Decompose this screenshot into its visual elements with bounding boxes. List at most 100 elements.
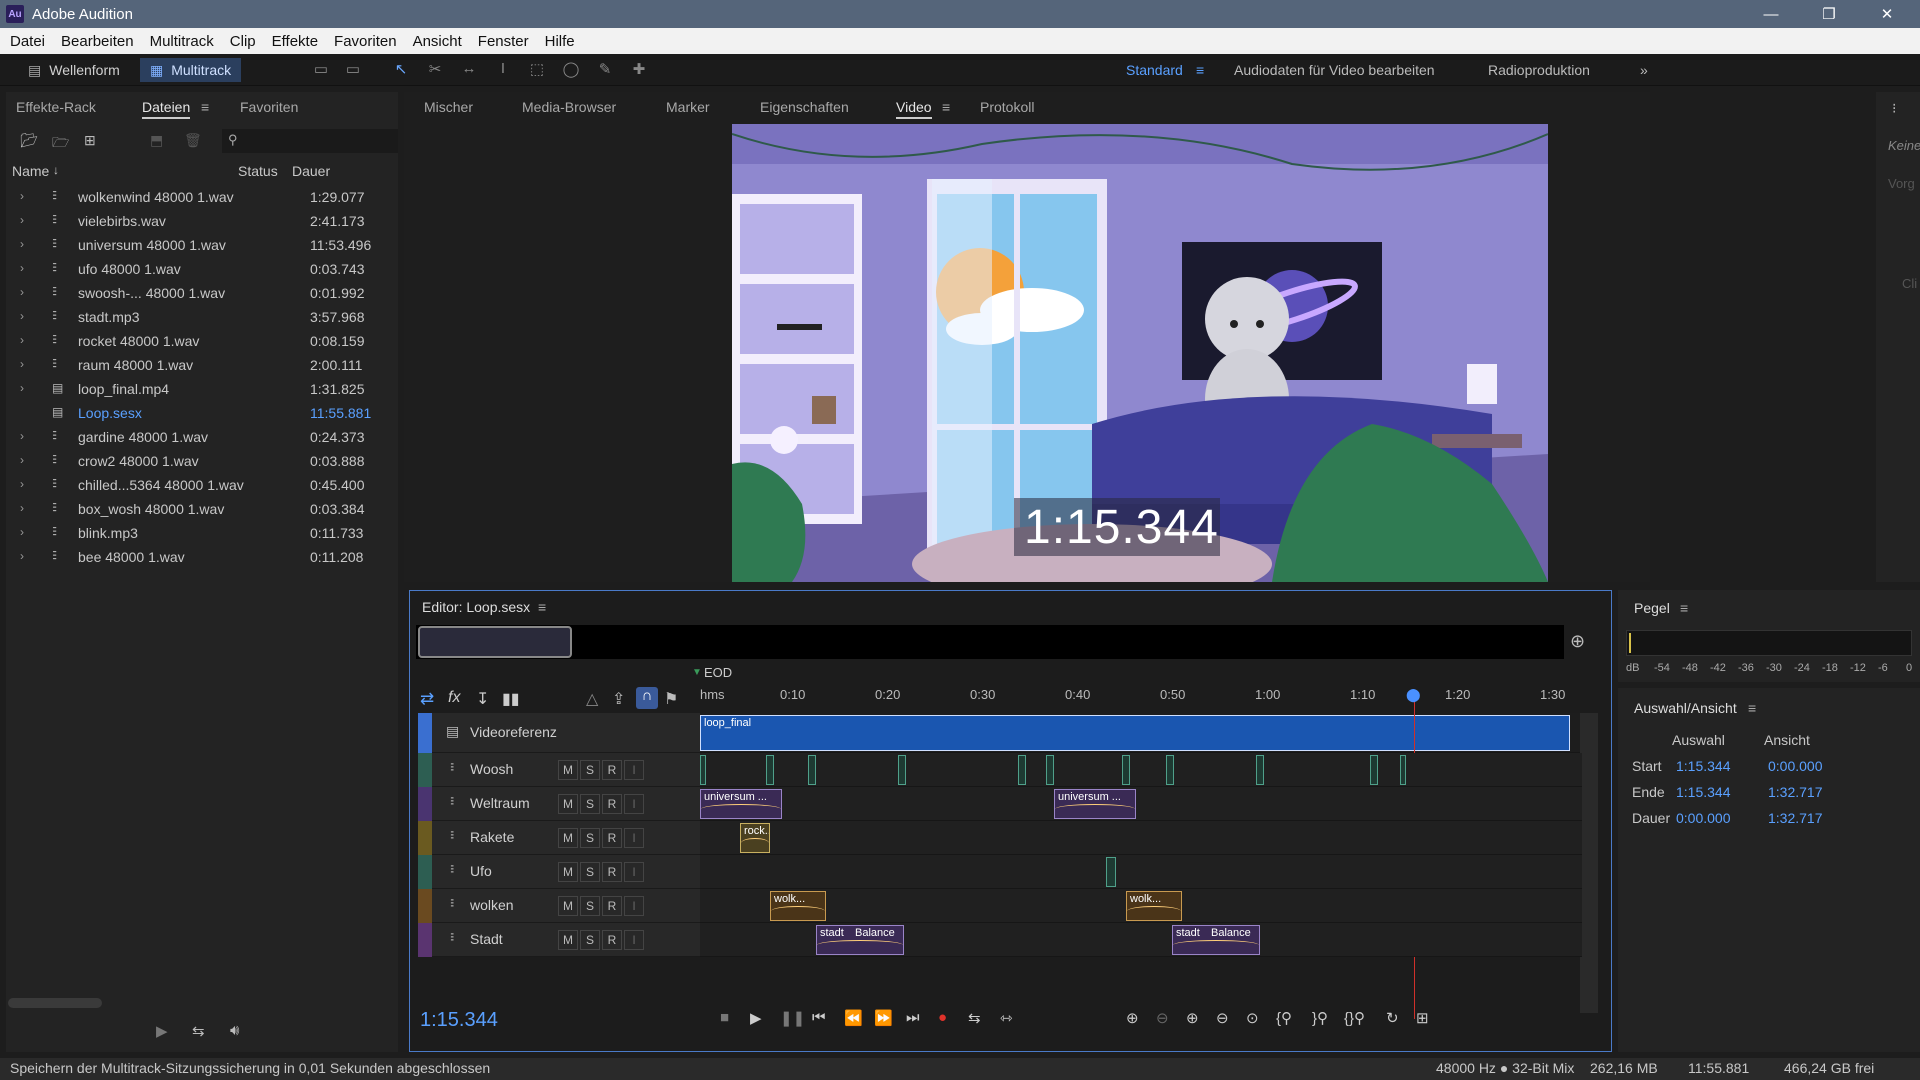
clip-volume-envelope[interactable] [771,906,825,916]
file-row[interactable]: › ⫶⫶⫶ ufo 48000 1.wav 0:03.743 [14,258,402,282]
zoom-out-full-icon[interactable]: ⊙ [1246,1009,1259,1027]
mute-button[interactable]: M [558,862,578,882]
audio-clip[interactable] [700,755,706,785]
audio-clip[interactable]: stadt Balance [1172,925,1260,955]
metronome-icon[interactable]: △ [586,689,598,709]
time-ruler[interactable]: hms 0:10 0:20 0:30 0:40 0:50 1:00 1:10 1… [700,687,1582,709]
audio-clip[interactable] [1166,755,1174,785]
editor-menu-icon[interactable]: ≡ [538,599,546,615]
menu-bearbeiten[interactable]: Bearbeiten [61,33,134,50]
track-header-wolken[interactable]: ⫶⫶⫶ wolken M S R I [418,889,700,923]
healing-tool-icon[interactable]: ✚ [628,60,650,80]
expand-chevron-icon[interactable]: › [20,261,24,275]
open-folder-icon[interactable]: 📂︎ [20,132,38,149]
clip-volume-envelope[interactable] [1173,940,1259,950]
auto-play-icon[interactable]: 🔊︎ [230,1022,239,1039]
zoom-in-time-icon[interactable]: ⊕ [1186,1009,1199,1027]
arm-record-button[interactable]: R [602,794,622,814]
solo-button[interactable]: S [580,862,600,882]
track-header-rakete[interactable]: ⫶⫶⫶ Rakete M S R I [418,821,700,855]
audio-clip[interactable]: wolk... [770,891,826,921]
minimize-icon[interactable]: — [1742,0,1800,28]
audio-clip[interactable]: rock... [740,823,770,853]
file-row[interactable]: › ⫶⫶⫶ swoosh-... 48000 1.wav 0:01.992 [14,282,402,306]
loop-icon[interactable]: ⇆ [968,1009,981,1027]
view-value-field[interactable]: 1:32.717 [1768,784,1823,800]
track-header-video[interactable]: ▤ Videoreferenz [418,713,700,753]
audio-clip[interactable] [1122,755,1130,785]
brush-tool-icon[interactable]: ✎ [594,60,616,80]
zoom-out-time-icon[interactable]: ⊖ [1216,1009,1229,1027]
marker-pin-icon[interactable]: ⚑ [664,689,678,709]
file-row[interactable]: › ⫶⫶⫶ raum 48000 1.wav 2:00.111 [14,354,402,378]
solo-button[interactable]: S [580,930,600,950]
column-status[interactable]: Status [238,163,278,179]
track-lane-woosh[interactable] [700,753,1582,787]
delete-icon[interactable]: 🗑︎ [184,132,202,149]
tab-eigenschaften[interactable]: Eigenschaften [760,99,849,115]
overview-bar[interactable] [416,625,1564,659]
column-duration[interactable]: Dauer [292,163,330,179]
menu-ansicht[interactable]: Ansicht [413,33,462,50]
track-name[interactable]: Weltraum [470,795,530,811]
arm-record-button[interactable]: R [602,896,622,916]
track-lane-stadt[interactable]: stadt Balance stadt Balance [700,923,1582,957]
file-row[interactable]: › ⫶⫶⫶ crow2 48000 1.wav 0:03.888 [14,450,402,474]
clip-volume-envelope[interactable] [1055,804,1135,814]
audio-clip[interactable] [898,755,906,785]
menu-datei[interactable]: Datei [10,33,45,50]
track-header-weltraum[interactable]: ⫶⫶⫶ Weltraum M S R I [418,787,700,821]
tab-marker[interactable]: Marker [666,99,710,115]
workspace-video[interactable]: Audiodaten für Video bearbeiten [1234,62,1435,78]
skip-selection-icon[interactable]: ⇿ [1000,1009,1013,1027]
audio-clip[interactable]: universum ... [1054,789,1136,819]
stop-icon[interactable]: ■ [720,1009,729,1026]
column-name[interactable]: Name [12,163,49,179]
audio-clip[interactable]: wolk... [1126,891,1182,921]
play-preview-icon[interactable]: ▶ [156,1022,168,1040]
new-file-icon[interactable]: ⊞ [84,132,96,149]
files-menu-icon[interactable]: ≡ [201,99,209,115]
tab-dateien[interactable]: Dateien [142,99,191,119]
zoom-out-point-icon[interactable]: }⚲ [1312,1009,1328,1027]
more-workspaces-icon[interactable]: » [1640,62,1648,78]
expand-chevron-icon[interactable]: › [20,429,24,443]
skip-to-start-icon[interactable]: ⏮ [812,1009,826,1026]
monitor-input-icon[interactable]: I [624,828,644,848]
move-tool-icon[interactable]: ↖ [390,60,412,80]
file-row[interactable]: › ⫶⫶⫶ chilled...5364 48000 1.wav 0:45.400 [14,474,402,498]
rewind-icon[interactable]: ⏪ [844,1009,863,1027]
expand-chevron-icon[interactable]: › [20,477,24,491]
marquee-tool-icon[interactable]: ⬚ [526,60,548,80]
video-menu-icon[interactable]: ≡ [942,99,950,115]
time-selection-tool-icon[interactable]: I [492,60,514,80]
tab-mischer[interactable]: Mischer [424,99,473,115]
overview-viewport[interactable] [418,626,572,658]
expand-chevron-icon[interactable]: › [20,357,24,371]
track-name[interactable]: wolken [470,897,514,913]
selection-menu-icon[interactable]: ≡ [1748,700,1756,716]
lasso-tool-icon[interactable]: ◯ [560,60,582,80]
selection-value-field[interactable]: 0:00.000 [1676,810,1731,826]
file-row[interactable]: › ▤ loop_final.mp4 1:31.825 [14,378,402,402]
eq-icon[interactable]: ▮▮ [502,689,520,709]
mute-button[interactable]: M [558,896,578,916]
current-time-display[interactable]: 1:15.344 [420,1009,498,1032]
expand-chevron-icon[interactable]: › [20,525,24,539]
expand-chevron-icon[interactable]: › [20,333,24,347]
track-name[interactable]: Woosh [470,761,513,777]
workspace-radio[interactable]: Radioproduktion [1488,62,1590,78]
fast-forward-icon[interactable]: ⏩ [874,1009,893,1027]
record-icon[interactable]: ● [938,1009,947,1026]
clip-volume-envelope[interactable] [817,940,903,950]
menu-hilfe[interactable]: Hilfe [545,33,575,50]
solo-button[interactable]: S [580,828,600,848]
restore-icon[interactable]: ❐ [1800,0,1858,28]
play-icon[interactable]: ▶ [750,1009,762,1027]
arm-record-button[interactable]: R [602,760,622,780]
files-scrollbar[interactable] [8,998,102,1008]
audio-clip[interactable]: stadt Balance [816,925,904,955]
monitor-input-icon[interactable]: I [624,794,644,814]
mute-button[interactable]: M [558,930,578,950]
mute-button[interactable]: M [558,828,578,848]
